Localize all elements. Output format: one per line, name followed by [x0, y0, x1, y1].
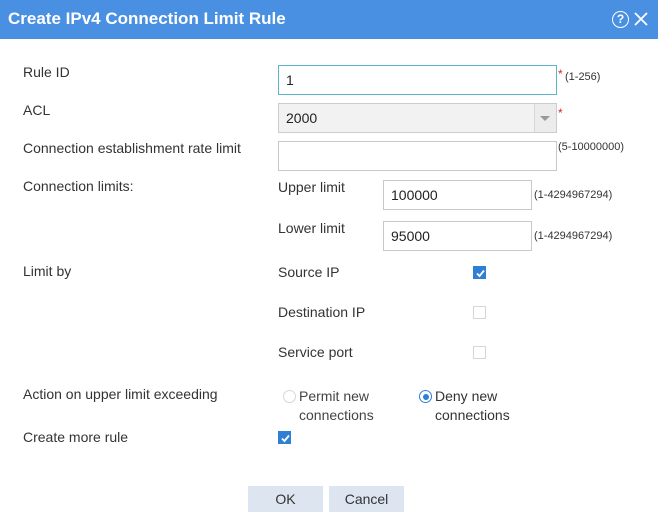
rate-limit-input[interactable] — [278, 141, 557, 171]
service-port-checkbox[interactable] — [473, 346, 486, 359]
rule-id-input[interactable] — [278, 65, 557, 95]
deny-new-connections-label[interactable]: Deny new connections — [435, 387, 535, 425]
upper-limit-label: Upper limit — [278, 179, 345, 195]
acl-required-mark: * — [558, 106, 563, 120]
permit-new-connections-label[interactable]: Permit new connections — [299, 387, 399, 425]
dialog-title-bar: Create IPv4 Connection Limit Rule ? — [0, 0, 658, 39]
lower-limit-label: Lower limit — [278, 220, 345, 236]
checkmark-icon — [476, 269, 485, 278]
help-icon[interactable]: ? — [612, 11, 629, 28]
rule-id-label: Rule ID — [23, 64, 70, 80]
permit-new-connections-radio[interactable] — [283, 390, 296, 403]
cancel-button[interactable]: Cancel — [329, 486, 404, 512]
service-port-label: Service port — [278, 344, 353, 360]
close-icon[interactable] — [632, 10, 650, 28]
limit-by-label: Limit by — [23, 263, 72, 279]
rule-id-required-mark: * — [558, 67, 563, 81]
acl-dropdown-button[interactable] — [534, 104, 556, 132]
lower-limit-input[interactable] — [383, 221, 532, 251]
acl-select-value: 2000 — [286, 110, 318, 126]
destination-ip-checkbox[interactable] — [473, 306, 486, 319]
create-more-rule-label: Create more rule — [23, 429, 129, 445]
acl-label: ACL — [23, 102, 51, 118]
acl-select[interactable]: 2000 — [278, 103, 557, 133]
rule-id-hint: (1-256) — [565, 71, 601, 83]
upper-limit-hint: (1-4294967294) — [534, 189, 613, 201]
checkmark-icon — [281, 434, 290, 443]
upper-limit-input[interactable] — [383, 180, 532, 210]
rate-limit-hint: (5-10000000) — [558, 141, 625, 153]
dialog-title: Create IPv4 Connection Limit Rule — [8, 9, 286, 28]
connection-limits-label: Connection limits: — [23, 178, 134, 194]
deny-new-connections-radio[interactable] — [419, 390, 432, 403]
ok-button[interactable]: OK — [248, 486, 323, 512]
create-more-rule-checkbox[interactable] — [278, 431, 291, 444]
chevron-down-icon — [540, 116, 550, 121]
destination-ip-label: Destination IP — [278, 304, 366, 320]
action-label: Action on upper limit exceeding — [23, 386, 218, 402]
source-ip-checkbox[interactable] — [473, 266, 486, 279]
rate-limit-label: Connection establishment rate limit — [23, 140, 241, 156]
source-ip-label: Source IP — [278, 264, 340, 280]
lower-limit-hint: (1-4294967294) — [534, 230, 613, 242]
